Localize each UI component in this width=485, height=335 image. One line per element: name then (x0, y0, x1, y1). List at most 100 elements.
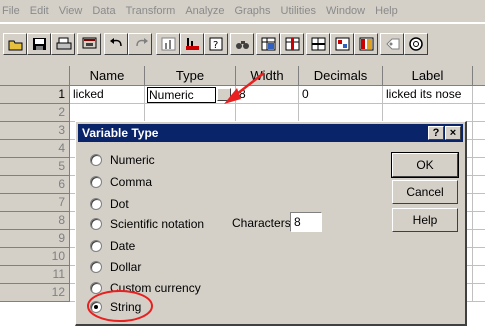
svg-text:?: ? (213, 40, 218, 51)
row-number[interactable]: 2 (0, 104, 70, 122)
menu-file[interactable]: File (0, 5, 25, 17)
radio-scientific[interactable] (90, 218, 102, 230)
cell-name[interactable]: licked (70, 86, 145, 104)
select-cases-icon (359, 37, 374, 51)
weight-cases-button[interactable] (330, 33, 354, 55)
option-numeric[interactable]: Numeric (90, 152, 155, 168)
col-header-overflow (473, 66, 485, 86)
toolbar: ? (0, 23, 485, 67)
undo-icon (109, 37, 123, 51)
row-number[interactable]: 7 (0, 194, 70, 212)
row-number[interactable]: 5 (0, 158, 70, 176)
use-sets-button[interactable] (404, 33, 428, 55)
help-button[interactable]: Help (392, 208, 458, 232)
insert-cases-button[interactable] (256, 33, 280, 55)
goto-chart-button[interactable] (156, 33, 180, 55)
option-label: Dot (110, 197, 129, 211)
radio-comma[interactable] (90, 176, 102, 188)
col-header-width[interactable]: Width (236, 66, 299, 86)
row-number[interactable]: 9 (0, 230, 70, 248)
cell-label[interactable]: licked its nose (383, 86, 473, 104)
undo-button[interactable] (104, 33, 128, 55)
insert-cases-icon (261, 37, 276, 51)
select-cases-button[interactable] (354, 33, 378, 55)
characters-input[interactable]: 8 (290, 212, 322, 232)
row-number[interactable]: 11 (0, 266, 70, 284)
variable-type-dialog: Variable Type ? × Numeric Comma Dot Scie… (75, 121, 467, 326)
col-header-name[interactable]: Name (70, 66, 145, 86)
close-button[interactable]: × (445, 126, 461, 140)
menu-window[interactable]: Window (321, 5, 370, 17)
characters-label: Characters: (232, 216, 295, 230)
option-scientific[interactable]: Scientific notation (90, 216, 204, 232)
dialog-recall-button[interactable] (77, 33, 101, 55)
col-header-type[interactable]: Type (145, 66, 236, 86)
print-button[interactable] (51, 33, 75, 55)
row-number[interactable]: 6 (0, 176, 70, 194)
save-button[interactable] (27, 33, 51, 55)
value-labels-button[interactable] (380, 33, 404, 55)
menu-bar: File Edit View Data Transform Analyze Gr… (0, 0, 485, 23)
radio-dot[interactable] (90, 198, 102, 210)
menu-view[interactable]: View (54, 5, 88, 17)
menu-analyze[interactable]: Analyze (180, 5, 229, 17)
radio-custom-currency[interactable] (90, 282, 102, 294)
split-file-icon (311, 37, 326, 51)
cell-decimals[interactable]: 0 (299, 86, 383, 104)
goto-case-button[interactable] (180, 33, 204, 55)
menu-graphs[interactable]: Graphs (229, 5, 275, 17)
option-label: Comma (110, 175, 153, 189)
variables-icon: ? (209, 37, 223, 51)
option-comma[interactable]: Comma (90, 174, 152, 190)
radio-date[interactable] (90, 240, 102, 252)
option-label: String (110, 300, 142, 314)
help-title-button[interactable]: ? (428, 126, 444, 140)
variables-button[interactable]: ? (204, 33, 228, 55)
option-label: Scientific notation (110, 217, 205, 231)
row-number[interactable]: 12 (0, 284, 70, 302)
option-dot[interactable]: Dot (90, 196, 129, 212)
radio-string[interactable] (90, 301, 102, 313)
row-number[interactable]: 10 (0, 248, 70, 266)
menu-utilities[interactable]: Utilities (276, 5, 321, 17)
option-dollar[interactable]: Dollar (90, 259, 141, 275)
row-number[interactable]: 4 (0, 140, 70, 158)
option-label: Custom currency (110, 281, 201, 295)
insert-variable-icon (285, 37, 300, 51)
row-number[interactable]: 3 (0, 122, 70, 140)
option-label: Dollar (110, 260, 142, 274)
ok-button[interactable]: OK (391, 152, 459, 178)
find-button[interactable] (230, 33, 254, 55)
menu-edit[interactable]: Edit (25, 5, 54, 17)
cell-type[interactable]: Numeric (145, 86, 236, 104)
redo-icon (133, 37, 148, 51)
insert-variable-button[interactable] (280, 33, 304, 55)
save-icon (32, 37, 46, 51)
menu-data[interactable]: Data (87, 5, 120, 17)
option-custom-currency[interactable]: Custom currency (90, 280, 201, 296)
corner-cell (0, 66, 70, 86)
dialog-recall-icon (82, 37, 97, 51)
col-header-decimals[interactable]: Decimals (299, 66, 383, 86)
row-number[interactable]: 1 (0, 86, 70, 104)
row-number[interactable]: 8 (0, 212, 70, 230)
radio-numeric[interactable] (90, 154, 102, 166)
redo-button[interactable] (128, 33, 152, 55)
goto-case-icon (185, 37, 199, 51)
option-string[interactable]: String (90, 299, 141, 315)
menu-transform[interactable]: Transform (121, 5, 181, 17)
option-label: Date (110, 239, 136, 253)
col-header-label[interactable]: Label (383, 66, 473, 86)
cancel-button[interactable]: Cancel (392, 180, 458, 204)
cell-overflow[interactable] (473, 86, 485, 104)
menu-help[interactable]: Help (370, 5, 403, 17)
cell-type-ellipsis-button[interactable] (217, 88, 231, 101)
radio-dollar[interactable] (90, 261, 102, 273)
option-date[interactable]: Date (90, 238, 135, 254)
cell-width[interactable]: 8 (236, 86, 299, 104)
open-icon (8, 37, 23, 51)
dialog-titlebar[interactable]: Variable Type ? × (78, 124, 463, 142)
split-file-button[interactable] (306, 33, 330, 55)
open-button[interactable] (3, 33, 27, 55)
use-sets-icon (409, 37, 423, 51)
